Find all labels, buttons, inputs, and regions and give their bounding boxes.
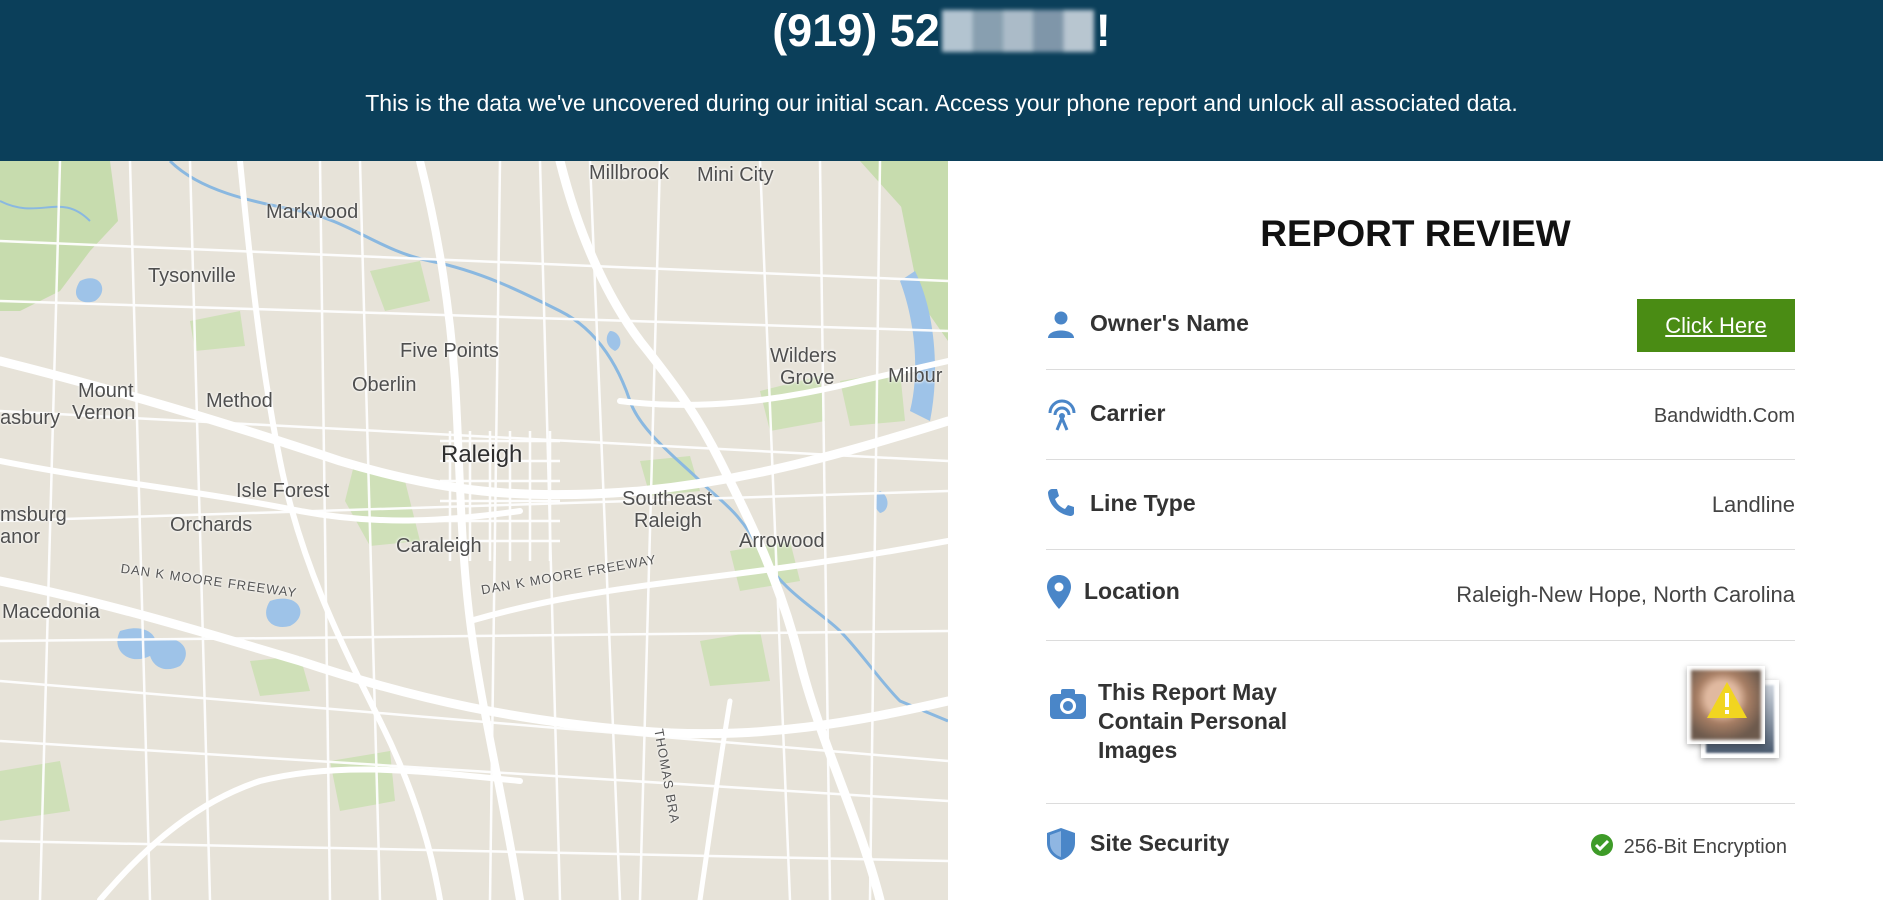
map-label: Tysonville xyxy=(148,265,236,287)
map-label: Mount xyxy=(78,380,134,402)
map-label: Oberlin xyxy=(352,374,417,396)
person-icon xyxy=(1046,309,1076,344)
carrier-value: Bandwidth.Com xyxy=(1653,405,1795,427)
row-site-security: Site Security 256-Bit Encryption xyxy=(1046,803,1795,900)
blurred-photo-preview[interactable] xyxy=(1687,666,1781,760)
line-type-value: Landline xyxy=(1711,492,1795,517)
row-label-line: This Report May xyxy=(1098,679,1277,705)
phone-number-title: (919) 52 ! xyxy=(0,2,1883,60)
warning-icon xyxy=(1705,680,1749,720)
map-label: Five Points xyxy=(400,340,499,362)
map-label: anor xyxy=(0,526,41,548)
check-circle-icon xyxy=(1590,833,1614,862)
row-label-line: Contain Personal xyxy=(1098,708,1288,734)
phone-number-prefix: (919) 52 xyxy=(772,5,940,56)
map-label: Arrowood xyxy=(739,530,825,552)
row-location: Location Raleigh-New Hope, North Carolin… xyxy=(1046,549,1795,641)
map-label: Mini City xyxy=(697,164,774,186)
report-review-title: REPORT REVIEW xyxy=(1260,213,1571,254)
location-value: Raleigh-New Hope, North Carolina xyxy=(1456,582,1795,607)
map-label: Vernon xyxy=(72,402,136,424)
map-label: Millbrook xyxy=(589,162,670,184)
report-review-panel: REPORT REVIEW Owner's Name Click Here Ca… xyxy=(948,161,1883,900)
camera-icon xyxy=(1049,688,1087,725)
row-label: Site Security xyxy=(1090,830,1230,856)
location-map[interactable]: Millbrook Mini City Markwood Tysonville … xyxy=(0,161,948,900)
phone-number-redacted xyxy=(941,10,1094,52)
row-label-line: Images xyxy=(1098,737,1178,763)
map-label: Grove xyxy=(780,367,835,389)
map-label: Southeast xyxy=(622,488,713,510)
row-owners-name: Owner's Name Click Here xyxy=(1046,299,1795,370)
map-label: Caraleigh xyxy=(396,535,482,557)
map-label: Wilders xyxy=(770,345,837,367)
antenna-icon xyxy=(1046,399,1078,436)
map-label-city: Raleigh xyxy=(441,441,523,468)
row-personal-images: This Report May Contain Personal Images xyxy=(1046,640,1795,804)
map-pin-icon xyxy=(1046,574,1072,615)
row-label: Line Type xyxy=(1090,490,1196,516)
phone-icon xyxy=(1046,487,1076,522)
map-label: Milbur xyxy=(888,365,943,387)
map-label: Orchards xyxy=(170,514,253,536)
row-label: Location xyxy=(1084,578,1180,604)
header-subtitle: This is the data we've uncovered during … xyxy=(365,90,1518,116)
map-label: asbury xyxy=(0,407,61,429)
map-label: Method xyxy=(206,390,273,412)
map-label: Markwood xyxy=(266,201,359,223)
map-label: Isle Forest xyxy=(236,480,330,502)
header-banner: (919) 52 ! This is the data we've uncove… xyxy=(0,0,1883,161)
row-label: Carrier xyxy=(1090,400,1166,426)
map-label: Raleigh xyxy=(634,510,702,532)
shield-icon xyxy=(1046,827,1076,866)
row-carrier: Carrier Bandwidth.Com xyxy=(1046,369,1795,460)
map-label: msburg xyxy=(0,504,67,526)
row-label: Owner's Name xyxy=(1090,310,1249,336)
phone-number-suffix: ! xyxy=(1095,5,1111,56)
photo-thumbnail-front xyxy=(1687,666,1765,744)
click-here-button[interactable]: Click Here xyxy=(1637,299,1795,352)
encryption-value: 256-Bit Encryption xyxy=(1623,836,1787,858)
map-label: Macedonia xyxy=(2,601,100,623)
encryption-status: 256-Bit Encryption xyxy=(1590,833,1787,862)
row-line-type: Line Type Landline xyxy=(1046,459,1795,550)
